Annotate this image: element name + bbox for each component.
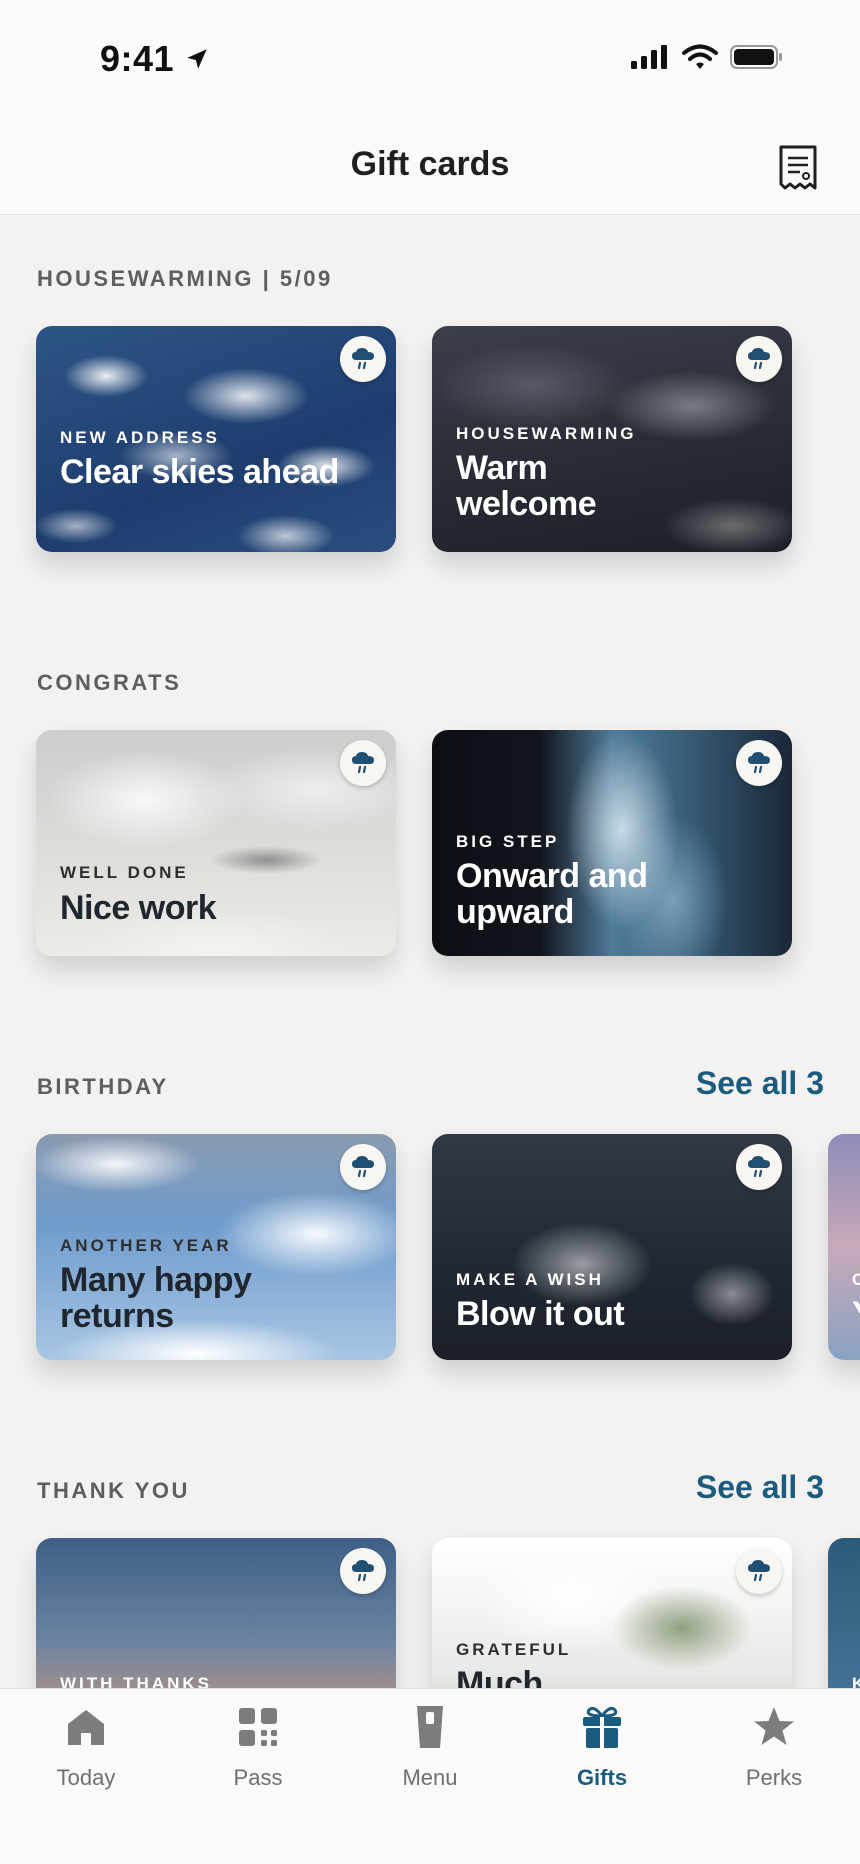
section-title: BIRTHDAY — [37, 1074, 169, 1099]
star-icon — [750, 1703, 798, 1751]
card-eyebrow: K — [852, 1674, 860, 1688]
tab-today[interactable]: Today — [16, 1703, 156, 1813]
status-time-label: 9:41 — [100, 38, 175, 79]
gift-card[interactable]: K — [828, 1538, 860, 1688]
tab-gifts[interactable]: Gifts — [532, 1703, 672, 1813]
section-title: THANK YOU — [37, 1478, 190, 1503]
battery-icon — [730, 45, 782, 69]
gift-card[interactable]: GRATEFUL Much — [432, 1538, 792, 1688]
rain-cloud-icon — [352, 1156, 374, 1178]
tab-menu[interactable]: Menu — [360, 1703, 500, 1813]
card-badge — [736, 740, 782, 786]
status-icons — [630, 44, 784, 70]
rain-cloud-icon — [748, 1560, 770, 1582]
rain-cloud-icon — [352, 752, 374, 774]
card-eyebrow: WITH THANKS — [60, 1674, 212, 1688]
section-title: CONGRATS — [37, 670, 182, 695]
gift-card[interactable]: WITH THANKS — [36, 1538, 396, 1688]
card-eyebrow: ANOTHER YEAR — [60, 1236, 232, 1255]
rain-cloud-icon — [748, 752, 770, 774]
home-icon — [62, 1703, 110, 1751]
card-eyebrow: MAKE A WISH — [456, 1270, 604, 1289]
gift-card[interactable]: WELL DONE Nice work — [36, 730, 396, 956]
cup-icon — [406, 1703, 454, 1751]
rain-cloud-icon — [748, 348, 770, 370]
card-headline: Much — [456, 1665, 543, 1688]
wifi-icon — [682, 44, 718, 69]
see-all-thank-you-link[interactable]: See all 3 — [696, 1469, 824, 1506]
rain-cloud-icon — [352, 348, 374, 370]
card-headline: Many happy returns — [60, 1261, 252, 1335]
card-badge — [340, 336, 386, 382]
gift-card[interactable]: BIG STEP Onward and upward — [432, 730, 792, 956]
card-eyebrow: WELL DONE — [60, 863, 189, 882]
receipt-icon — [779, 145, 817, 190]
card-headline: Clear skies ahead — [60, 453, 339, 491]
tab-label: Gifts — [576, 1765, 628, 1790]
gift-card[interactable]: ANOTHER YEAR Many happy returns — [36, 1134, 396, 1360]
rain-cloud-icon — [352, 1560, 374, 1582]
grid-icon — [234, 1703, 282, 1751]
tab-label: Menu — [402, 1765, 458, 1790]
location-arrow-icon — [187, 49, 207, 69]
tab-label: Perks — [745, 1765, 803, 1790]
card-headline: Blow it out — [456, 1295, 625, 1333]
card-headline: Onward and upward — [456, 857, 648, 931]
gift-icon — [578, 1703, 626, 1751]
gift-card-list[interactable]: HOUSEWARMING | 5/09 NEW ADDRESS Clear sk… — [0, 216, 860, 1688]
card-headline: Warm welcome — [456, 449, 597, 523]
status-bar: 9:41 — [0, 0, 860, 110]
card-eyebrow: GRATEFUL — [456, 1640, 572, 1659]
status-time: 9:41 — [100, 38, 210, 80]
card-badge — [736, 336, 782, 382]
tab-label: Pass — [233, 1765, 283, 1790]
tab-label: Today — [56, 1765, 116, 1790]
receipt-button[interactable] — [776, 144, 820, 192]
section-title: HOUSEWARMING | 5/09 — [37, 266, 333, 291]
card-eyebrow: HOUSEWARMING — [456, 424, 637, 443]
card-badge — [340, 1548, 386, 1594]
tab-pass[interactable]: Pass — [188, 1703, 328, 1813]
cellular-signal-icon — [631, 45, 667, 69]
card-badge — [736, 1548, 782, 1594]
card-headline: Nice work — [60, 889, 217, 927]
card-badge — [736, 1144, 782, 1190]
card-eyebrow: BIG STEP — [456, 832, 560, 851]
card-eyebrow: NEW ADDRESS — [60, 428, 220, 447]
see-all-birthday-link[interactable]: See all 3 — [696, 1065, 824, 1102]
tab-perks[interactable]: Perks — [704, 1703, 844, 1813]
page-title: Gift cards — [350, 145, 510, 183]
gift-card[interactable]: MAKE A WISH Blow it out — [432, 1134, 792, 1360]
rain-cloud-icon — [748, 1156, 770, 1178]
card-badge — [340, 1144, 386, 1190]
card-badge — [340, 740, 386, 786]
gift-card[interactable]: HOUSEWARMING Warm welcome — [432, 326, 792, 552]
card-headline: Y — [852, 1296, 860, 1332]
header: Gift cards — [0, 110, 860, 215]
tab-bar: Today Pass Menu Gifts Perks — [0, 1688, 860, 1864]
gift-card[interactable]: NEW ADDRESS Clear skies ahead — [36, 326, 396, 552]
card-eyebrow: C — [852, 1270, 860, 1290]
gift-card[interactable]: C Y — [828, 1134, 860, 1360]
